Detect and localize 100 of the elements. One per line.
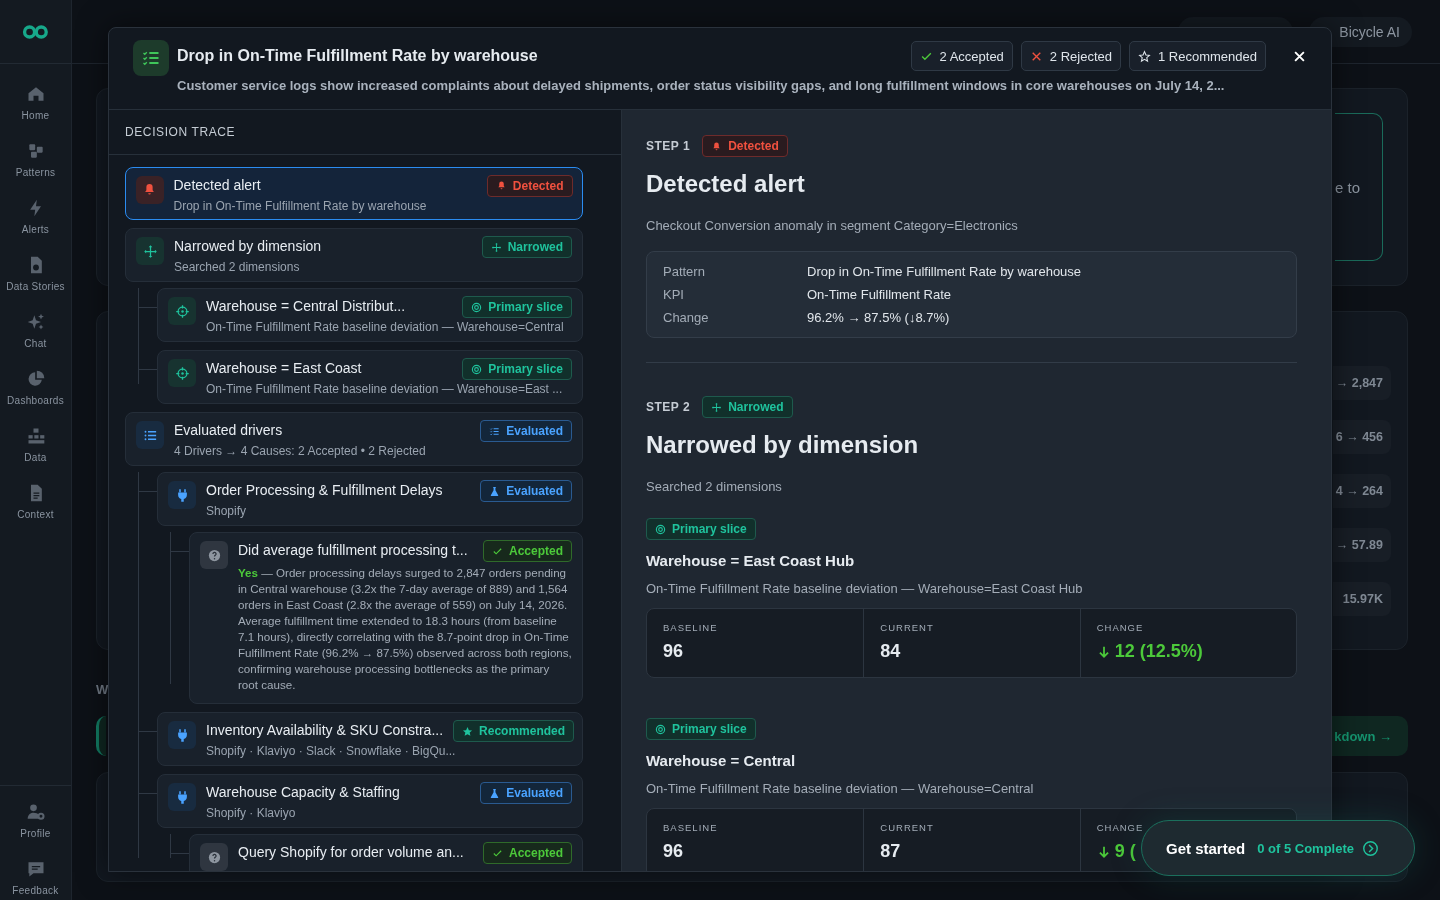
trace-item[interactable]: Detected alert Detected Drop in On-Time Fulfillment Rate by warehouse — [125, 167, 583, 220]
nav-item[interactable]: Alerts — [0, 198, 71, 235]
nav-item[interactable]: Patterns — [0, 141, 71, 178]
trace-title: Order Processing & Fulfillment Delays — [206, 481, 444, 499]
nav-item[interactable]: Feedback — [0, 859, 71, 896]
trace-item[interactable]: Warehouse Capacity & Staffing Evaluated Shopify · Klaviyo — [157, 774, 583, 828]
status-badge: Narrowed — [702, 396, 793, 418]
metric-label: BASELINE — [663, 822, 719, 833]
breakdown-link[interactable]: kdown → — [1332, 716, 1408, 756]
question-icon — [206, 547, 222, 563]
check-icon — [491, 847, 503, 859]
slice-description: On-Time Fulfillment Rate baseline deviation — Warehouse=Central — [646, 781, 1034, 796]
trace-item[interactable]: Inventory Availability & SKU Constra... Recommended Shopify · Klaviyo · Slack · Snowflake · BigQu... — [157, 712, 583, 766]
status-badge: Detected — [486, 174, 573, 197]
trace-title: Warehouse = East Coast — [206, 359, 363, 377]
trace-item[interactable]: Query Shopify for order volume an... Accepted — [189, 834, 583, 871]
slice-description: On-Time Fulfillment Rate baseline deviation — Warehouse=East Coast Hub — [646, 581, 1083, 596]
step-label: STEP 1 — [646, 139, 691, 153]
flask-icon — [489, 485, 501, 497]
trace-title: Query Shopify for order volume an... — [238, 843, 465, 861]
target-icon — [471, 363, 483, 375]
status-badge: Primary slice — [462, 296, 572, 318]
count-chip[interactable]: 2 Accepted — [910, 41, 1013, 71]
step-description: Searched 2 dimensions — [646, 479, 783, 494]
metric-value: → 57.89 — [1333, 528, 1391, 562]
status-badge: Primary slice — [462, 358, 572, 380]
metric-value: 9 ( — [1114, 841, 1136, 862]
checklist-icon — [489, 425, 501, 437]
slice-title: Warehouse = Central — [646, 752, 796, 769]
nav-item[interactable]: Data Stories — [0, 255, 71, 292]
metric-label: CHANGE — [1096, 622, 1145, 633]
detail-label: Change — [663, 310, 710, 325]
step-title: Narrowed by dimension — [646, 431, 920, 459]
status-badge: Primary slice — [646, 518, 756, 540]
trace-subtitle: On-Time Fulfillment Rate baseline deviation — Warehouse=East ... — [206, 381, 564, 397]
trace-title: Did average fulfillment processing t... — [238, 541, 469, 559]
trace-item[interactable]: Order Processing & Fulfillment Delays Evaluated Shopify — [157, 472, 583, 526]
trace-title: Evaluated drivers — [174, 421, 284, 439]
status-badge: Accepted — [482, 842, 572, 864]
trace-subtitle: Shopify · Klaviyo · Slack · Snowflake · BigQu... — [206, 743, 457, 759]
user-gear-icon — [25, 802, 46, 822]
step-label: STEP 2 — [646, 400, 691, 414]
step-description: Checkout Conversion anomaly in segment Category=Electronics — [646, 218, 1019, 233]
status-badge: Narrowed — [481, 236, 572, 258]
metric-value: 12 (12.5%) — [1114, 641, 1203, 662]
detail-label: KPI — [663, 287, 685, 302]
trace-item[interactable]: Warehouse = East Coast Primary slice On-Time Fulfillment Rate baseline deviation — Warehouse=East ... — [157, 350, 583, 404]
trace-title: Warehouse Capacity & Staffing — [206, 783, 401, 801]
get-started-button[interactable]: Get started 0 of 5 Complete — [1141, 820, 1415, 876]
trace-item[interactable]: Evaluated drivers Evaluated 4 Drivers → 4 Causes: 2 Accepted • 2 Rejected — [125, 412, 583, 466]
nav-item[interactable]: Home — [0, 84, 71, 121]
detail-label: Pattern — [663, 264, 706, 279]
trace-subtitle: Searched 2 dimensions — [174, 259, 301, 275]
nav-item[interactable]: Profile — [0, 802, 71, 839]
target-icon — [655, 523, 666, 535]
trace-subtitle: 4 Drivers → 4 Causes: 2 Accepted • 2 Rejected — [174, 443, 427, 459]
status-badge: Accepted — [482, 540, 572, 562]
trace-item[interactable] — [189, 532, 583, 704]
callout-text: e to — [1335, 113, 1383, 261]
trace-subtitle: On-Time Fulfillment Rate baseline deviation — Warehouse=Central — [206, 319, 565, 335]
nav-item[interactable]: Context — [0, 483, 71, 520]
nav-item[interactable]: Dashboards — [0, 369, 71, 406]
status-badge: Recommended — [453, 720, 575, 742]
count-chip[interactable]: 2 Rejected — [1020, 41, 1121, 71]
chevron-circle-icon — [1362, 839, 1379, 857]
dialog-summary: Customer service logs show increased complaints about delayed shipments, order status visibility gaps, and long fulfillment windows in core warehouses on July 14, 2... — [177, 78, 1226, 93]
detail-value: On-Time Fulfillment Rate — [807, 287, 952, 302]
crosshair-icon — [174, 303, 190, 319]
metric-label: BASELINE — [663, 622, 719, 633]
star-icon — [1138, 49, 1151, 63]
panel-heading: DECISION TRACE — [109, 110, 621, 155]
trace-item[interactable]: Warehouse = Central Distribut... Primary slice On-Time Fulfillment Rate baseline deviation — Warehouse=Central — [157, 288, 583, 342]
flask-icon — [489, 787, 501, 799]
status-badge: Primary slice — [646, 718, 756, 740]
answer-text: Yes — Order processing delays surged to 2,847 orders pending in Central warehouse (3.2x the 7-day average of 889) and 1,564 orders in East Coast (2.8x the average of 559) on July 14, 2026. Average fulfillment time extended to 18.3 hours (from baseline 7.1 hours), directly correlating with the 8.7-point drop in On-Time Fulfillment Rate (96.2% → 87.5%) observed across both regions, confirming warehouse processing bottlenecks as the primary root cause. — [238, 565, 572, 693]
detail-value: 96.2% → 87.5% (↓8.7%) — [807, 310, 951, 325]
metric-value: 6 → 456 — [1333, 420, 1391, 454]
trace-title: Narrowed by dimension — [174, 237, 323, 255]
target-icon — [655, 723, 666, 735]
move-arrows-icon — [142, 243, 158, 259]
trace-title: Inventory Availability & SKU Constra... — [206, 721, 444, 739]
target-icon — [471, 301, 483, 313]
metric-value: 15.97K — [1333, 582, 1391, 616]
trace-title: Warehouse = Central Distribut... — [206, 297, 407, 315]
count-chip[interactable]: 1 Recommended — [1129, 41, 1266, 71]
metric-value: 96 — [663, 841, 684, 862]
trace-subtitle: Shopify · Klaviyo — [206, 805, 297, 821]
metric-value: → 2,847 — [1333, 366, 1391, 400]
metric-value: 96 — [663, 641, 684, 662]
dialog-title: Drop in On-Time Fulfillment Rate by warehouse — [177, 47, 539, 65]
metric-label: CURRENT — [880, 622, 935, 633]
metric-label: CURRENT — [880, 822, 935, 833]
check-icon — [491, 545, 503, 557]
detail-value: Drop in On-Time Fulfillment Rate by warehouse — [807, 264, 1083, 279]
trace-item[interactable]: Narrowed by dimension Narrowed Searched 2 dimensions — [125, 228, 583, 282]
section-heading: W — [96, 682, 109, 699]
status-badge: Evaluated — [480, 420, 572, 442]
nav-item[interactable]: Data — [0, 426, 71, 463]
metric-value: 84 — [880, 641, 901, 662]
nav-item[interactable]: Chat — [0, 312, 71, 349]
